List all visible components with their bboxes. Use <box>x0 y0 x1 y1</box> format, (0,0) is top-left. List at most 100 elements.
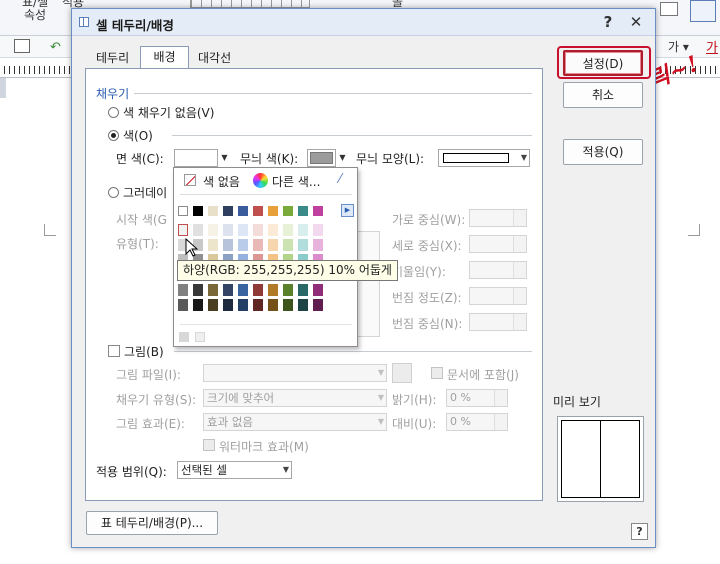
ribbon-table-props-button[interactable]: 표/셀 속성 <box>22 0 48 22</box>
face-color-swatch[interactable] <box>174 149 218 167</box>
fill-type-combo[interactable]: 크기에 맞추어 ▼ <box>203 389 387 407</box>
theme-color-cell[interactable] <box>223 206 233 216</box>
no-color-option[interactable]: 색 없음 <box>203 173 240 190</box>
v-center-spin[interactable] <box>469 235 527 253</box>
eyedropper-icon[interactable]: ⁄ <box>339 172 341 187</box>
shade-color-cell[interactable] <box>253 224 263 236</box>
shade-color-cell[interactable] <box>298 224 308 236</box>
theme-color-cell[interactable] <box>193 206 203 216</box>
shade-color-cell[interactable] <box>283 284 293 296</box>
no-fill-label[interactable]: 색 채우기 없음(V) <box>123 104 214 121</box>
face-color-dropdown-arrow[interactable]: ▼ <box>219 149 230 167</box>
table-border-button[interactable]: 표 테두리/배경(P)... <box>86 511 218 535</box>
color-group-divider <box>172 135 532 136</box>
shade-color-cell[interactable] <box>268 284 278 296</box>
color-fill-radio[interactable] <box>108 130 119 141</box>
shade-color-cell[interactable] <box>253 239 263 251</box>
shade-color-cell[interactable] <box>193 284 203 296</box>
shade-color-cell[interactable] <box>268 239 278 251</box>
shade-color-cell[interactable] <box>223 239 233 251</box>
ok-button[interactable]: 설정(D) <box>563 50 643 76</box>
shade-color-cell[interactable] <box>223 224 233 236</box>
help-title-button[interactable]: ? <box>598 13 618 31</box>
cancel-button[interactable]: 취소 <box>563 82 643 108</box>
shade-color-cell[interactable] <box>238 284 248 296</box>
watermark-checkbox[interactable] <box>203 439 215 451</box>
shade-color-cell[interactable] <box>313 239 323 251</box>
font-color-button[interactable]: 가 <box>706 37 718 56</box>
shade-color-cell[interactable] <box>238 299 248 311</box>
ribbon-cell-icon[interactable] <box>660 2 678 16</box>
theme-color-cell[interactable] <box>178 206 188 216</box>
tab-border[interactable]: 테두리 <box>88 48 137 68</box>
theme-color-cell[interactable] <box>283 206 293 216</box>
shade-color-cell[interactable] <box>223 299 233 311</box>
theme-color-cell[interactable] <box>298 206 308 216</box>
shade-color-cell[interactable] <box>253 299 263 311</box>
gradient-label[interactable]: 그러데이 <box>123 184 167 201</box>
picture-effect-combo[interactable]: 효과 없음 ▼ <box>203 413 387 431</box>
recent-color-cell[interactable] <box>195 332 205 342</box>
more-themes-arrow-icon[interactable]: ▶ <box>341 204 354 217</box>
shade-color-cell[interactable] <box>253 284 263 296</box>
ribbon-table-icon[interactable] <box>690 0 716 22</box>
theme-color-cell[interactable] <box>313 206 323 216</box>
picture-label[interactable]: 그림(B) <box>124 343 164 360</box>
gradient-radio[interactable] <box>108 187 119 198</box>
shade-color-cell[interactable] <box>313 224 323 236</box>
shade-color-cell[interactable] <box>193 224 203 236</box>
shade-color-cell[interactable] <box>178 224 188 236</box>
slope-spin[interactable] <box>469 261 527 279</box>
shade-color-cell[interactable] <box>223 284 233 296</box>
shade-color-cell[interactable] <box>313 299 323 311</box>
shade-color-cell[interactable] <box>178 299 188 311</box>
no-fill-radio[interactable] <box>108 107 119 118</box>
theme-color-cell[interactable] <box>268 206 278 216</box>
shade-color-cell[interactable] <box>283 239 293 251</box>
scope-label: 적용 범위(Q): <box>96 465 167 479</box>
theme-color-cell[interactable] <box>238 206 248 216</box>
picture-checkbox[interactable] <box>108 345 120 357</box>
shade-color-cell[interactable] <box>238 239 248 251</box>
other-colors-option[interactable]: 다른 색... <box>272 173 320 190</box>
shade-color-cell[interactable] <box>298 284 308 296</box>
ribbon-border-grid-icon[interactable] <box>190 0 310 8</box>
include-in-doc-checkbox[interactable] <box>431 367 443 379</box>
contrast-spin[interactable]: 0 % <box>446 413 508 431</box>
shade-color-cell[interactable] <box>193 299 203 311</box>
toolbar-view-icon[interactable] <box>14 39 30 53</box>
shade-color-cell[interactable] <box>208 299 218 311</box>
shade-color-cell[interactable] <box>298 239 308 251</box>
browse-picture-icon[interactable] <box>392 363 412 383</box>
scope-combo[interactable]: 선택된 셀 ▼ <box>177 461 292 479</box>
pattern-shape-combo[interactable]: ▼ <box>438 149 530 167</box>
h-center-spin[interactable] <box>469 209 527 227</box>
tab-background[interactable]: 배경 <box>140 46 189 69</box>
shade-color-cell[interactable] <box>268 224 278 236</box>
undo-icon[interactable]: ↶ <box>50 40 61 55</box>
pattern-color-swatch[interactable] <box>307 149 336 167</box>
picture-file-combo[interactable]: ▼ <box>203 364 387 382</box>
blur-center-spin[interactable] <box>469 313 527 331</box>
blur-spin[interactable] <box>469 287 527 305</box>
theme-color-cell[interactable] <box>208 206 218 216</box>
shade-color-cell[interactable] <box>238 224 248 236</box>
shade-color-cell[interactable] <box>208 284 218 296</box>
theme-color-cell[interactable] <box>253 206 263 216</box>
recent-color-cell[interactable] <box>179 332 189 342</box>
shade-color-cell[interactable] <box>313 284 323 296</box>
shade-color-cell[interactable] <box>268 299 278 311</box>
help-icon[interactable]: ? <box>631 523 648 540</box>
apply-button[interactable]: 적용(Q) <box>563 139 643 165</box>
shade-color-cell[interactable] <box>208 239 218 251</box>
shade-color-cell[interactable] <box>283 299 293 311</box>
shade-color-cell[interactable] <box>208 224 218 236</box>
tab-diagonal[interactable]: 대각선 <box>190 48 239 68</box>
pattern-color-dropdown-arrow[interactable]: ▼ <box>337 149 348 167</box>
close-icon[interactable]: ✕ <box>626 13 646 31</box>
brightness-spin[interactable]: 0 % <box>446 389 508 407</box>
color-fill-label[interactable]: 색(O) <box>123 127 153 144</box>
shade-color-cell[interactable] <box>283 224 293 236</box>
shade-color-cell[interactable] <box>298 299 308 311</box>
shade-color-cell[interactable] <box>178 284 188 296</box>
